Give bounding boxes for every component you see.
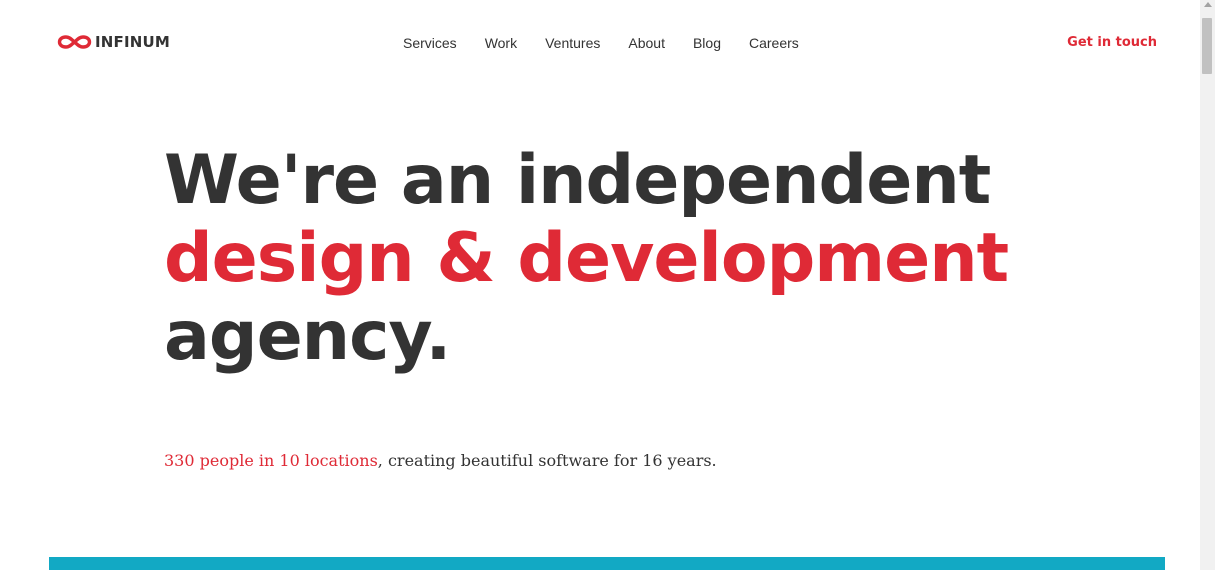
hero-line-1: We're an independent <box>164 141 991 220</box>
infinity-icon <box>57 35 92 49</box>
logo-link[interactable]: INFINUM <box>57 33 170 51</box>
nav-item-careers[interactable]: Careers <box>749 34 799 52</box>
hero-heading: We're an independent design & developmen… <box>164 142 1064 376</box>
tagline: 330 people in 10 locations, creating bea… <box>164 449 717 473</box>
locations-link[interactable]: 330 people in 10 locations <box>164 451 378 470</box>
nav-item-about[interactable]: About <box>628 34 665 52</box>
teal-section-band <box>49 557 1165 570</box>
logo-text: INFINUM <box>95 33 171 51</box>
hero-line-3: agency. <box>164 297 451 376</box>
nav-item-blog[interactable]: Blog <box>693 34 721 52</box>
hero-line-2: design & development <box>164 219 1009 298</box>
get-in-touch-link[interactable]: Get in touch <box>1067 34 1157 52</box>
scroll-up-arrow-icon[interactable] <box>1204 2 1212 7</box>
main-nav: Services Work Ventures About Blog Career… <box>403 34 799 52</box>
scrollbar[interactable] <box>1200 0 1215 570</box>
nav-item-work[interactable]: Work <box>485 34 517 52</box>
site-header: INFINUM Services Work Ventures About Blo… <box>0 0 1200 86</box>
nav-item-ventures[interactable]: Ventures <box>545 34 600 52</box>
tagline-text: , creating beautiful software for 16 yea… <box>377 451 717 470</box>
nav-item-services[interactable]: Services <box>403 34 457 52</box>
scroll-thumb[interactable] <box>1202 18 1212 74</box>
